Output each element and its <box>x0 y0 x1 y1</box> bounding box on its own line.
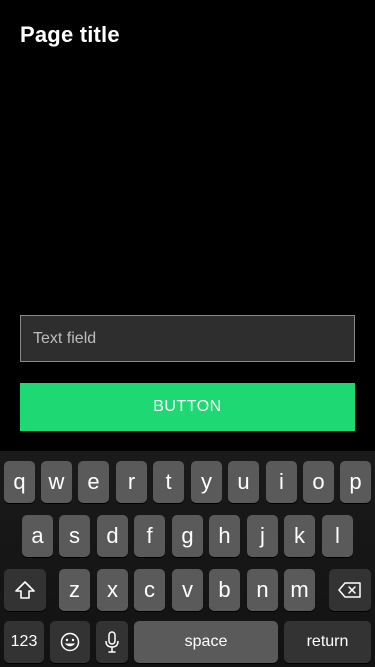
emoji-smiley-icon <box>60 632 80 652</box>
space-key[interactable]: space <box>134 621 278 663</box>
shift-key[interactable] <box>4 569 46 611</box>
key-l[interactable]: l <box>322 515 353 557</box>
key-f[interactable]: f <box>134 515 165 557</box>
key-z[interactable]: z <box>59 569 90 611</box>
shift-arrow-icon <box>15 581 35 599</box>
key-o[interactable]: o <box>303 461 334 503</box>
key-b[interactable]: b <box>209 569 240 611</box>
key-d[interactable]: d <box>97 515 128 557</box>
key-t[interactable]: t <box>153 461 184 503</box>
microphone-icon <box>105 631 119 653</box>
delete-key[interactable] <box>329 569 371 611</box>
app-screen: Page title BUTTON q w e r t y u i o p a … <box>0 0 375 667</box>
key-x[interactable]: x <box>97 569 128 611</box>
key-m[interactable]: m <box>284 569 315 611</box>
key-a[interactable]: a <box>22 515 53 557</box>
emoji-key[interactable] <box>50 621 90 663</box>
key-n[interactable]: n <box>247 569 278 611</box>
key-j[interactable]: j <box>247 515 278 557</box>
text-field-input[interactable] <box>20 315 355 362</box>
key-h[interactable]: h <box>209 515 240 557</box>
on-screen-keyboard: q w e r t y u i o p a s d f g h j k l z … <box>0 451 375 667</box>
key-g[interactable]: g <box>172 515 203 557</box>
key-y[interactable]: y <box>191 461 222 503</box>
key-e[interactable]: e <box>78 461 109 503</box>
backspace-icon <box>338 582 361 598</box>
return-key[interactable]: return <box>284 621 371 663</box>
key-w[interactable]: w <box>41 461 72 503</box>
numbers-key[interactable]: 123 <box>4 621 44 663</box>
key-u[interactable]: u <box>228 461 259 503</box>
key-r[interactable]: r <box>116 461 147 503</box>
key-k[interactable]: k <box>284 515 315 557</box>
key-p[interactable]: p <box>340 461 371 503</box>
key-c[interactable]: c <box>134 569 165 611</box>
primary-button[interactable]: BUTTON <box>20 383 355 431</box>
microphone-key[interactable] <box>96 621 128 663</box>
key-q[interactable]: q <box>4 461 35 503</box>
key-i[interactable]: i <box>266 461 297 503</box>
page-title: Page title <box>20 22 120 47</box>
key-s[interactable]: s <box>59 515 90 557</box>
key-v[interactable]: v <box>172 569 203 611</box>
